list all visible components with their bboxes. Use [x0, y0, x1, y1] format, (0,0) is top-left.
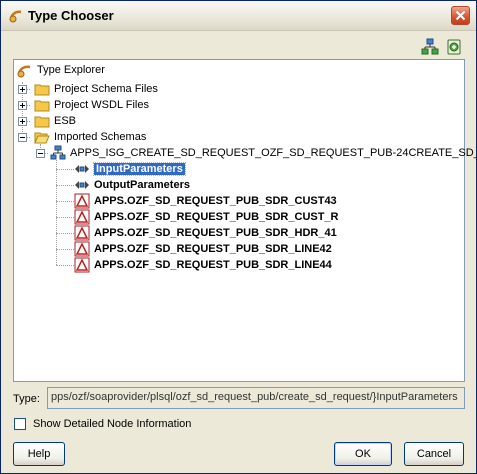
tree-item-label: OutputParameters	[94, 179, 190, 191]
tree-item-project-schema-files[interactable]: Project Schema Files	[34, 81, 158, 97]
element-icon	[75, 165, 89, 173]
help-button[interactable]: Help	[13, 442, 65, 466]
show-detail-checkbox[interactable]	[14, 418, 26, 430]
tree-item-type[interactable]: APPS.OZF_SD_REQUEST_PUB_SDR_HDR_41	[74, 225, 337, 241]
cancel-button[interactable]: Cancel	[404, 442, 464, 466]
tree-item-label: APPS.OZF_SD_REQUEST_PUB_SDR_LINE42	[94, 243, 332, 255]
tree-item-label: Project WSDL Files	[54, 99, 149, 111]
complex-type-icon	[74, 257, 90, 273]
complex-type-icon	[74, 209, 90, 225]
tree-item-label: Project Schema Files	[54, 83, 158, 95]
expand-project-wsdl-toggle[interactable]	[18, 101, 27, 110]
type-label: Type:	[13, 393, 40, 405]
dialog-title: Type Chooser	[28, 8, 114, 23]
tree-item-schema-file[interactable]: APPS_ISG_CREATE_SD_REQUEST_OZF_SD_REQUES…	[50, 145, 477, 161]
complex-type-icon	[74, 193, 90, 209]
import-schema-icon[interactable]	[445, 38, 463, 56]
expand-project-schema-toggle[interactable]	[18, 85, 27, 94]
type-chooser-dialog: Type Chooser Type Explorer Project Schem…	[0, 0, 477, 474]
tree-item-project-wsdl-files[interactable]: Project WSDL Files	[34, 97, 149, 113]
tree-item-type[interactable]: APPS.OZF_SD_REQUEST_PUB_SDR_LINE42	[74, 241, 332, 257]
tree-root[interactable]: Type Explorer	[17, 62, 105, 78]
tree-item-label: ESB	[54, 115, 77, 127]
tree-item-output-parameters[interactable]: OutputParameters	[74, 177, 190, 193]
tree-item-label: InputParameters	[93, 162, 186, 176]
complex-type-icon	[74, 225, 90, 241]
close-button[interactable]	[451, 6, 470, 25]
type-explorer-icon	[17, 65, 31, 78]
schema-icon	[50, 145, 66, 160]
schema-label: APPS_ISG_CREATE_SD_REQUEST_OZF_SD_REQUES…	[70, 147, 477, 159]
type-explorer-tree[interactable]: Type Explorer Project Schema Files Proje…	[13, 59, 477, 382]
tree-item-input-parameters[interactable]: InputParameters	[74, 161, 186, 177]
tree-item-label: APPS.OZF_SD_REQUEST_PUB_SDR_HDR_41	[94, 227, 337, 239]
folder-icon	[34, 116, 50, 128]
close-icon	[455, 10, 466, 21]
hierarchy-icon[interactable]	[421, 38, 439, 56]
app-icon	[9, 10, 22, 23]
folder-icon	[34, 84, 50, 96]
element-icon	[75, 181, 89, 189]
tree-item-esb[interactable]: ESB	[34, 113, 76, 129]
tree-item-type[interactable]: APPS.OZF_SD_REQUEST_PUB_SDR_CUST_R	[74, 209, 339, 225]
expand-esb-toggle[interactable]	[18, 117, 27, 126]
collapse-imported-schemas-toggle[interactable]	[18, 133, 27, 142]
tree-item-label: APPS.OZF_SD_REQUEST_PUB_SDR_CUST_R	[94, 211, 339, 223]
type-field[interactable]: pps/ozf/soaprovider/plsql/ozf_sd_request…	[47, 387, 465, 409]
tree-item-label: APPS.OZF_SD_REQUEST_PUB_SDR_CUST43	[94, 195, 337, 207]
title-bar[interactable]: Type Chooser	[1, 1, 476, 31]
tree-item-label: Imported Schemas	[54, 131, 147, 143]
collapse-schema-toggle[interactable]	[36, 149, 45, 158]
tree-item-type[interactable]: APPS.OZF_SD_REQUEST_PUB_SDR_CUST43	[74, 193, 337, 209]
tree-item-imported-schemas[interactable]: Imported Schemas	[34, 129, 146, 145]
ok-button[interactable]: OK	[334, 442, 392, 466]
tree-item-type[interactable]: APPS.OZF_SD_REQUEST_PUB_SDR_LINE44	[74, 257, 332, 273]
show-detail-label[interactable]: Show Detailed Node Information	[33, 418, 191, 430]
folder-icon	[34, 100, 50, 112]
complex-type-icon	[74, 241, 90, 257]
tree-root-label: Type Explorer	[37, 64, 105, 76]
folder-open-icon	[34, 132, 50, 144]
tree-item-label: APPS.OZF_SD_REQUEST_PUB_SDR_LINE44	[94, 259, 332, 271]
